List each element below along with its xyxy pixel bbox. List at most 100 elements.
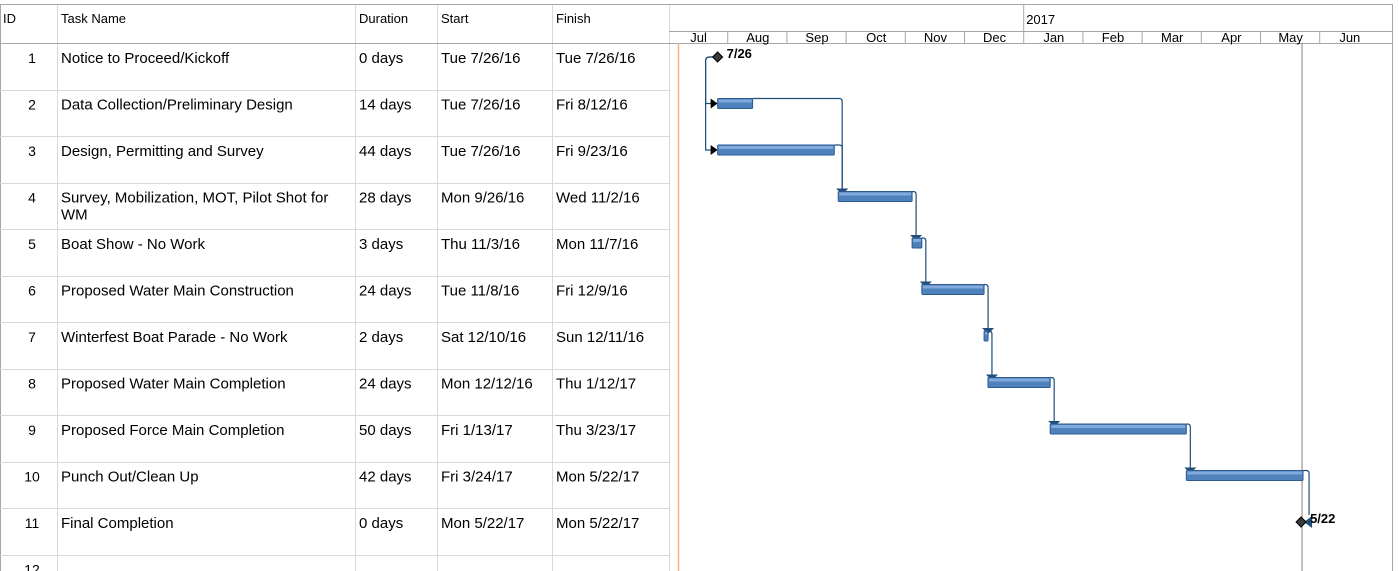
row-start: Mon 12/12/16 <box>441 376 533 393</box>
row-start: Tue 7/26/16 <box>441 143 521 160</box>
row-id: 9 <box>28 422 36 438</box>
row-finish: Sun 12/11/16 <box>556 329 644 346</box>
dependency-link <box>1186 423 1191 469</box>
header-id: ID <box>3 11 16 26</box>
row-start: Fri 3/24/17 <box>441 469 513 486</box>
row-finish: Fri 9/23/16 <box>556 143 628 160</box>
milestone-date-label: 5/22 <box>1310 511 1335 526</box>
row-task-name: Boat Show - No Work <box>61 236 205 253</box>
row-duration: 2 days <box>359 329 403 346</box>
row-start: Mon 5/22/17 <box>441 515 524 532</box>
milestone-date-label: 7/26 <box>727 46 752 61</box>
header-finish: Finish <box>556 11 591 26</box>
dependency-link <box>984 283 989 329</box>
row-task-name: Survey, Mobilization, MOT, Pilot Shot fo… <box>61 190 328 207</box>
row-id: 2 <box>28 97 36 113</box>
row-start: Thu 11/3/16 <box>441 236 520 253</box>
task-bar-highlight <box>1187 471 1303 475</box>
timescale-month: Jun <box>1339 30 1360 45</box>
header-duration: Duration <box>359 11 408 26</box>
row-duration: 44 days <box>359 143 412 160</box>
timescale-month: Apr <box>1221 30 1242 45</box>
task-bar-highlight <box>913 239 921 242</box>
header-start: Start <box>441 11 469 26</box>
dependency-link <box>705 56 716 105</box>
timescale-month: Oct <box>866 30 887 45</box>
timescale-month: May <box>1278 30 1303 45</box>
row-id: 11 <box>25 515 40 531</box>
link-arrowhead <box>710 98 718 109</box>
row-id: 1 <box>28 50 36 66</box>
row-finish: Tue 7/26/16 <box>556 50 636 67</box>
milestone-diamond[interactable] <box>1295 516 1307 528</box>
dependency-link <box>1050 376 1055 422</box>
row-task-name: Proposed Force Main Completion <box>61 422 284 439</box>
row-start: Mon 9/26/16 <box>441 190 524 207</box>
row-start: Tue 7/26/16 <box>441 50 521 67</box>
row-duration: 24 days <box>359 283 412 300</box>
timescale-month: Aug <box>746 30 769 45</box>
row-task-name: Proposed Water Main Completion <box>61 376 286 393</box>
row-task-name: Proposed Water Main Construction <box>61 283 294 300</box>
row-start: Sat 12/10/16 <box>441 329 526 346</box>
row-duration: 14 days <box>359 97 412 114</box>
row-task-name: Design, Permitting and Survey <box>61 143 264 160</box>
row-duration: 28 days <box>359 190 412 207</box>
row-duration: 50 days <box>359 422 412 439</box>
timescale-month: Feb <box>1102 30 1124 45</box>
row-id: 10 <box>24 469 40 485</box>
row-start: Fri 1/13/17 <box>441 422 513 439</box>
row-duration: 0 days <box>359 515 403 532</box>
row-finish: Mon 11/7/16 <box>556 236 638 253</box>
row-task-name: Final Completion <box>61 515 174 532</box>
row-task-name: Data Collection/Preliminary Design <box>61 97 293 114</box>
row-duration: 3 days <box>359 236 403 253</box>
dependency-link <box>752 97 843 190</box>
row-id: 4 <box>28 190 36 206</box>
row-task-name: WM <box>61 207 88 224</box>
row-id: 6 <box>28 283 36 299</box>
row-id: 3 <box>28 143 36 159</box>
dependency-link <box>1303 469 1310 515</box>
row-finish: Wed 11/2/16 <box>556 190 640 207</box>
row-task-name: Notice to Proceed/Kickoff <box>61 50 230 67</box>
timescale-month: Jul <box>690 30 707 45</box>
row-task-name: Winterfest Boat Parade - No Work <box>61 329 288 346</box>
row-finish: Fri 8/12/16 <box>556 97 628 114</box>
header-task-name: Task Name <box>61 11 126 26</box>
row-start: Tue 7/26/16 <box>441 97 521 114</box>
row-finish: Thu 3/23/17 <box>556 422 636 439</box>
milestone-diamond[interactable] <box>711 51 724 63</box>
timescale-month: Jan <box>1043 30 1064 45</box>
row-id: 5 <box>28 236 36 252</box>
task-bar-highlight <box>988 378 1050 382</box>
dependency-link <box>912 190 917 236</box>
gantt-chart: ID Task Name Duration Start Finish 1 Notice to… <box>0 4 1393 571</box>
task-bar-highlight <box>718 146 834 149</box>
task-bar-highlight <box>1051 425 1186 428</box>
row-finish: Fri 12/9/16 <box>556 283 628 300</box>
row-start: Tue 11/8/16 <box>441 283 519 300</box>
row-duration: 42 days <box>359 469 412 486</box>
timescale-month: Mar <box>1161 30 1184 45</box>
row-finish: Mon 5/22/17 <box>556 515 639 532</box>
timescale-month: Dec <box>983 30 1007 45</box>
row-id: 8 <box>28 376 36 392</box>
row-duration: 24 days <box>359 376 412 393</box>
dependency-link <box>921 237 927 283</box>
dependency-link <box>834 144 843 190</box>
row-finish: Mon 5/22/17 <box>556 469 639 486</box>
row-task-name: Punch Out/Clean Up <box>61 469 199 486</box>
row-id: 12 <box>24 562 40 571</box>
row-duration: 0 days <box>359 50 403 67</box>
task-bar-highlight <box>718 99 752 103</box>
row-finish: Thu 1/12/17 <box>556 376 636 393</box>
link-arrowhead <box>710 145 718 155</box>
task-bar-highlight <box>839 192 912 196</box>
timescale-year: 2017 <box>1026 12 1055 27</box>
timescale-month: Sep <box>805 30 828 45</box>
timescale-month: Nov <box>924 30 948 45</box>
row-id: 7 <box>28 329 36 345</box>
task-bar-highlight <box>922 285 984 289</box>
task-bar-highlight <box>985 332 988 335</box>
